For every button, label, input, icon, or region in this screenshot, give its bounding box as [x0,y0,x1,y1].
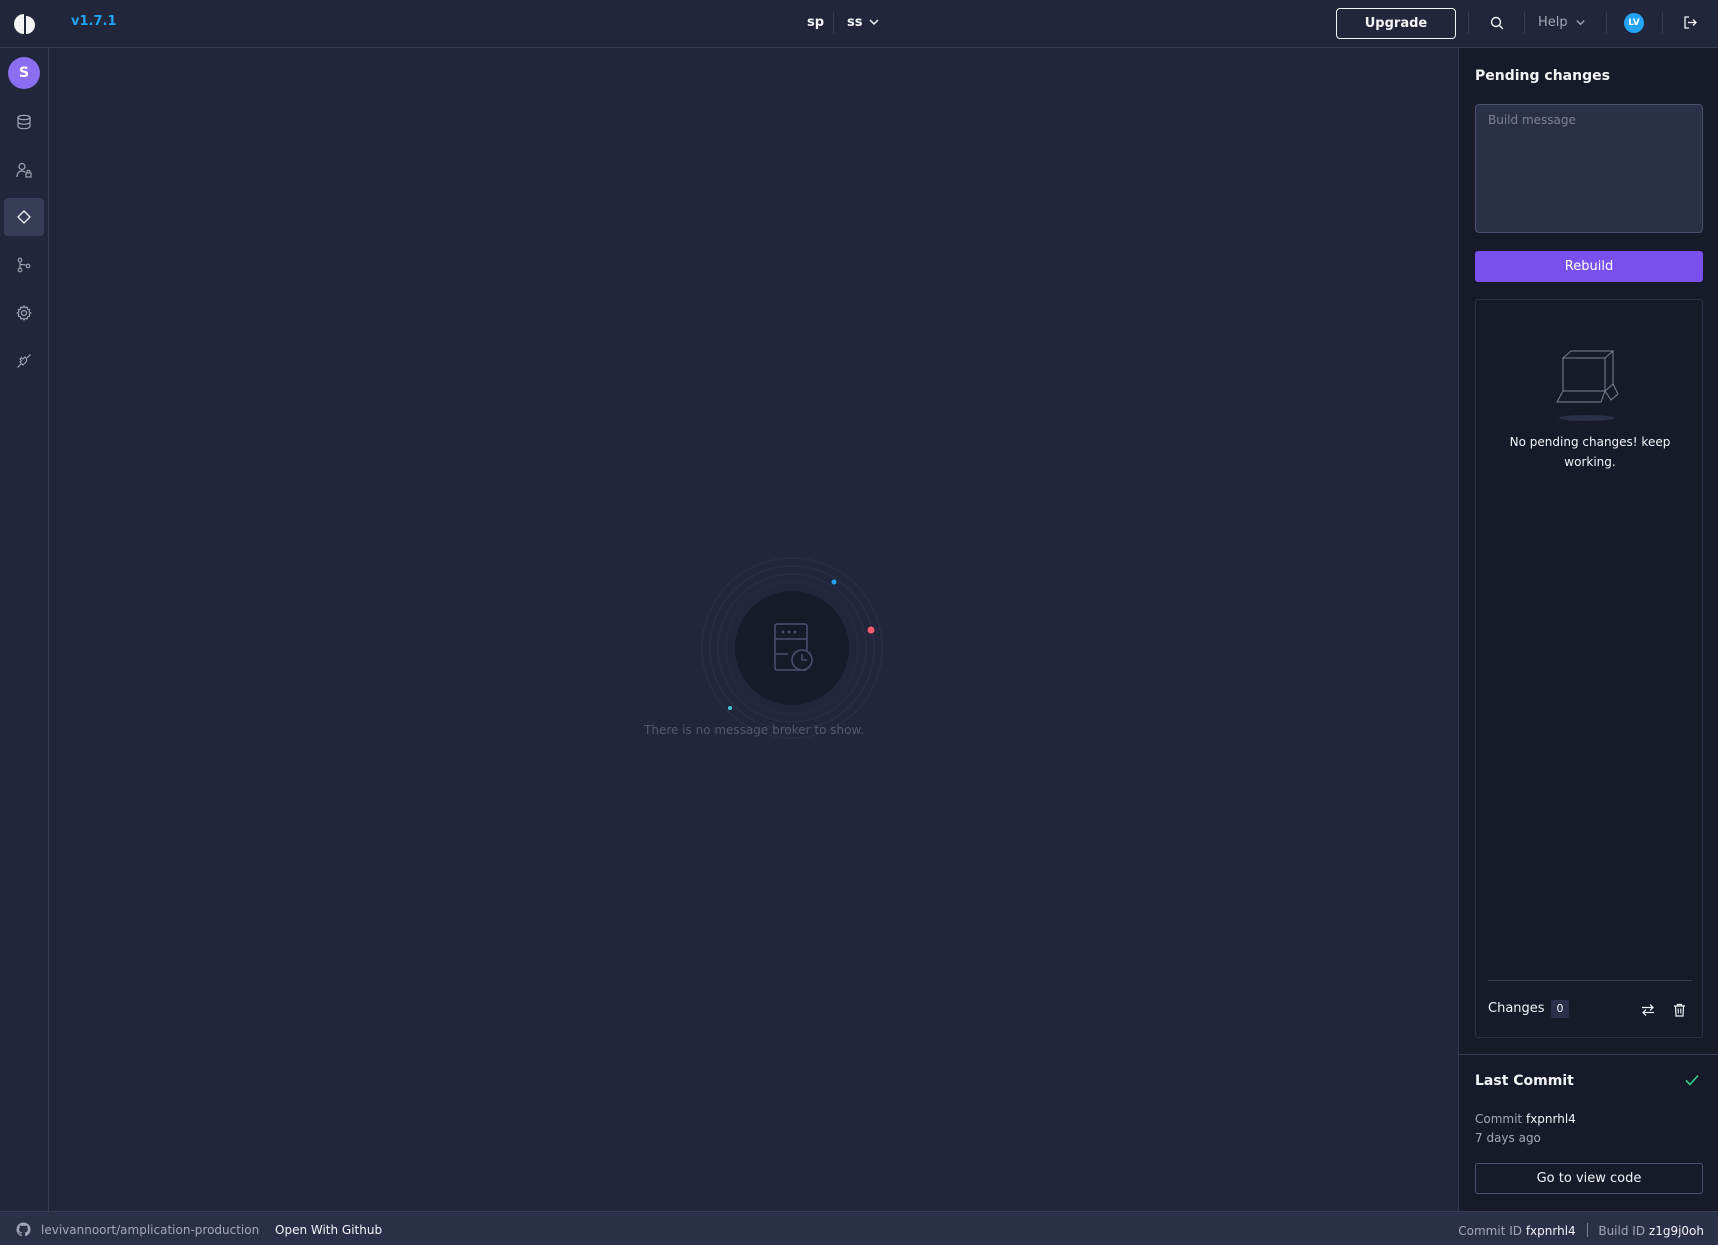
build-message-input[interactable] [1475,104,1703,233]
last-commit-info: Commit fxpnrhl4 [1475,1112,1576,1126]
open-github-link[interactable]: Open With Github [275,1223,382,1237]
sidebar-item-plugins[interactable] [4,342,44,380]
last-commit-title: Last Commit [1475,1073,1574,1089]
main-content: There is no message broker to show. [50,48,1458,1211]
project-selector[interactable]: ss [847,15,862,30]
chevron-down-icon[interactable] [868,16,880,28]
sidebar-item-settings[interactable] [4,294,44,332]
workspace-name[interactable]: sp [807,15,824,30]
sidebar-item-connections[interactable] [4,198,44,236]
build-id-label: Build ID [1598,1224,1646,1238]
top-bar: v1.7.1 sp ss Upgrade Help LV [0,0,1718,48]
changes-list: No pending changes! keep working. Change… [1475,299,1703,1038]
git-branch-icon [17,257,31,273]
commit-id-label: Commit ID [1458,1224,1522,1238]
repository-name: levivannoort/amplication-production [41,1223,260,1237]
plug-icon [17,354,31,368]
github-icon [16,1222,31,1237]
user-avatar[interactable]: LV [1624,13,1644,33]
version-label: v1.7.1 [71,14,117,29]
user-lock-icon [16,162,32,178]
pending-changes-panel: Pending changes Rebuild No pending chang… [1458,48,1718,1211]
sidebar: S [0,48,49,1211]
search-icon[interactable] [1490,16,1504,30]
logout-icon[interactable] [1683,15,1698,30]
rebuild-button[interactable]: Rebuild [1475,251,1703,282]
commit-label: Commit [1475,1112,1523,1126]
upgrade-button[interactable]: Upgrade [1336,8,1456,39]
help-menu[interactable]: Help [1538,15,1568,30]
divider [1468,12,1469,34]
commit-time: 7 days ago [1475,1131,1541,1145]
commit-id-link[interactable]: fxpnrhl4 [1526,1112,1576,1126]
database-icon [17,114,31,130]
pending-changes-title: Pending changes [1475,68,1610,84]
view-code-button[interactable]: Go to view code [1475,1163,1703,1194]
sidebar-item-entities[interactable] [4,103,44,141]
no-changes-text: No pending changes! keep working. [1509,435,1671,469]
build-id-value[interactable]: z1g9j0oh [1649,1224,1704,1238]
diamond-icon [17,210,31,224]
status-bar: levivannoort/amplication-production Open… [0,1211,1718,1245]
gear-icon [16,305,32,321]
divider [1459,1054,1718,1055]
sidebar-item-commits[interactable] [4,246,44,284]
amplication-logo-icon[interactable] [13,13,35,35]
divider [833,12,834,34]
divider [1488,980,1692,981]
workspace-avatar[interactable]: S [8,57,40,89]
empty-box-illustration [1556,350,1619,421]
message-broker-empty-illustration [701,557,883,739]
changes-label: Changes [1488,1001,1545,1016]
changes-count-badge: 0 [1551,1000,1569,1018]
compare-icon[interactable] [1641,1003,1655,1017]
build-info: Commit ID fxpnrhl4 Build ID z1g9j0oh [1458,1223,1704,1238]
sidebar-item-roles[interactable] [4,151,44,189]
divider [1586,1223,1588,1237]
commit-id-value[interactable]: fxpnrhl4 [1526,1224,1576,1238]
check-icon [1685,1074,1699,1086]
divider [1662,12,1663,34]
trash-icon[interactable] [1673,1003,1686,1017]
chevron-down-icon[interactable] [1575,17,1586,28]
divider [1606,12,1607,34]
empty-state-text: There is no message broker to show. [644,723,864,737]
divider [1524,12,1525,34]
